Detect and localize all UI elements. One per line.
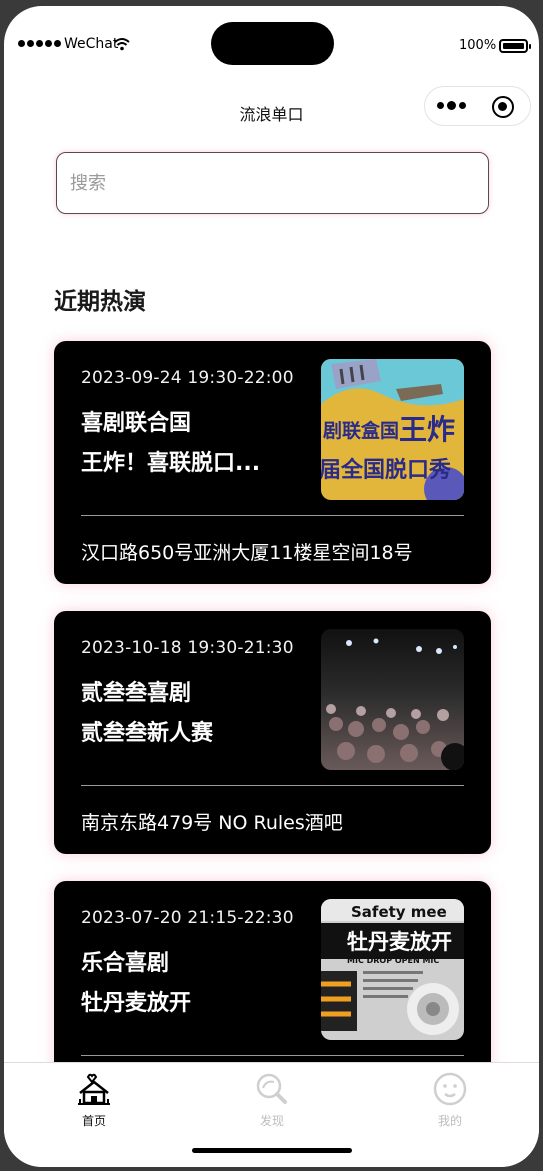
battery-icon	[499, 39, 531, 53]
tab-profile[interactable]: 我的	[410, 1071, 490, 1129]
section-title: 近期热演	[54, 289, 146, 315]
show-time: 2023-10-18 19:30-21:30	[81, 638, 294, 658]
show-card[interactable]: 2023-09-24 19:30-22:00 喜剧联合国 王炸！喜联脱口... …	[54, 341, 491, 584]
show-troupe: 喜剧联合国	[81, 411, 192, 436]
phone-screen: WeChat 100% 流浪单口 近期热演 2023-09-24 19:30-2…	[4, 6, 539, 1167]
camera-notch	[211, 22, 334, 65]
show-poster[interactable]: Safety mee 牡丹麦放开 MIC DROP OPEN MIC	[321, 899, 464, 1040]
tab-home[interactable]: 首页	[54, 1071, 134, 1129]
show-address: 南京东路479号 NO Rules酒吧	[81, 812, 343, 834]
carrier-label: WeChat	[64, 36, 119, 52]
tab-home-label: 首页	[81, 1114, 106, 1128]
svg-text:MIC DROP OPEN MIC: MIC DROP OPEN MIC	[347, 956, 439, 965]
show-poster[interactable]: 剧联盒国 王炸 届全国脱口秀	[321, 359, 464, 500]
card-divider	[81, 515, 464, 516]
tab-discover-label: 发现	[259, 1114, 284, 1128]
svg-text:剧联盒国: 剧联盒国	[323, 419, 399, 442]
mini-program-capsule[interactable]	[424, 86, 531, 126]
show-title: 王炸！喜联脱口...	[81, 451, 261, 476]
show-address: 汉口路650号亚洲大厦11楼星空间18号	[81, 542, 413, 564]
card-divider	[81, 785, 464, 786]
discover-icon	[256, 1073, 287, 1104]
home-indicator	[192, 1148, 352, 1153]
svg-text:牡丹麦放开: 牡丹麦放开	[347, 930, 452, 954]
svg-text:届全国脱口秀: 届全国脱口秀	[321, 457, 451, 483]
battery-percentage: 100%	[459, 38, 497, 53]
show-list: 2023-09-24 19:30-22:00 喜剧联合国 王炸！喜联脱口... …	[54, 341, 491, 1151]
svg-text:Safety mee: Safety mee	[351, 903, 447, 921]
status-bar: WeChat 100%	[4, 6, 539, 86]
show-time: 2023-07-20 21:15-22:30	[81, 908, 294, 928]
show-title: 贰叁叁新人赛	[81, 721, 214, 746]
more-icon[interactable]	[437, 101, 466, 110]
signal-icon	[18, 40, 61, 47]
tab-discover[interactable]: 发现	[232, 1071, 312, 1129]
show-card[interactable]: 2023-10-18 19:30-21:30 贰叁叁喜剧 贰叁叁新人赛 南京东路…	[54, 611, 491, 854]
close-icon[interactable]	[492, 96, 514, 118]
wifi-icon	[114, 38, 130, 51]
show-troupe: 乐合喜剧	[81, 951, 170, 976]
profile-icon	[433, 1072, 467, 1106]
show-time: 2023-09-24 19:30-22:00	[81, 368, 294, 388]
svg-text:王炸: 王炸	[399, 413, 455, 446]
show-title: 牡丹麦放开	[81, 991, 192, 1016]
home-icon	[78, 1073, 110, 1105]
search-input[interactable]	[56, 152, 489, 214]
show-poster[interactable]	[321, 629, 464, 770]
show-troupe: 贰叁叁喜剧	[81, 681, 192, 706]
card-divider	[81, 1055, 464, 1056]
tab-profile-label: 我的	[437, 1114, 462, 1128]
